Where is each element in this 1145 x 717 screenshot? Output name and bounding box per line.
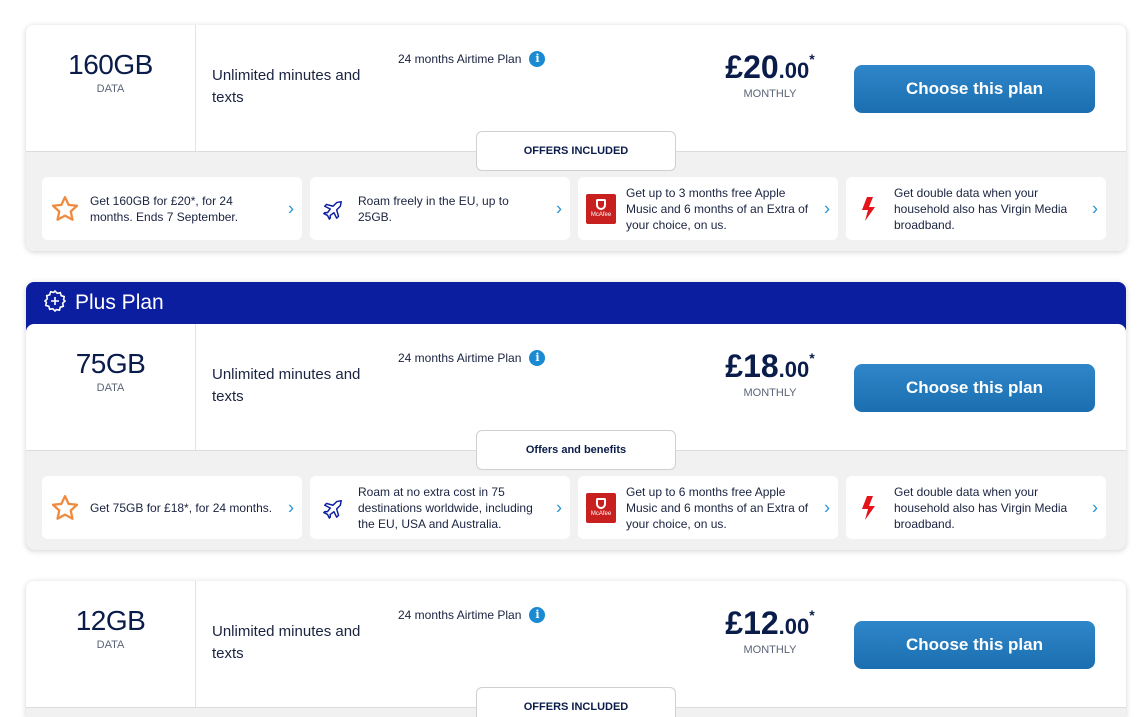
offer-card[interactable]: McAfee Get up to 3 months free Apple Mus…	[578, 177, 838, 240]
choose-plan-button[interactable]: Choose this plan	[854, 364, 1095, 412]
price-block: £20.00* MONTHLY	[722, 49, 818, 100]
price-pounds: £12	[725, 605, 779, 641]
price-block: £18.00* MONTHLY	[722, 348, 818, 399]
airtime-label: 24 months Airtime Plan	[398, 351, 522, 365]
offer-card[interactable]: Roam at no extra cost in 75 destinations…	[310, 476, 570, 539]
price-label: MONTHLY	[743, 387, 797, 399]
data-column: 160GB DATA	[26, 25, 196, 151]
data-amount: 160GB	[68, 49, 153, 80]
data-amount: 12GB	[75, 605, 146, 636]
price-pounds: £20	[725, 49, 779, 85]
choose-plan-button[interactable]: Choose this plan	[854, 621, 1095, 669]
offer-text: Roam freely in the EU, up to 25GB.	[358, 193, 509, 224]
offer-card[interactable]: Roam freely in the EU, up to 25GB. ›	[310, 177, 570, 240]
offer-text: Get 75GB for £18*, for 24 months.	[90, 500, 273, 515]
offers-tab[interactable]: Offers and benefits	[476, 430, 676, 470]
plane-icon	[318, 493, 348, 523]
data-label: DATA	[96, 382, 125, 394]
lightning-icon	[854, 493, 884, 523]
price-label: MONTHLY	[743, 644, 797, 656]
offer-text: Get 160GB for £20*, for 24 months. Ends …	[90, 193, 239, 224]
plan-card-75gb: Plus Plan 75GB DATA Unlimited minutes an…	[26, 282, 1126, 550]
offers-area: Offers and benefits Get 75GB for £18*, f…	[26, 430, 1126, 550]
offers-area: OFFERS INCLUDED Get 160GB for £20*, for …	[26, 131, 1126, 251]
data-amount: 75GB	[75, 348, 146, 379]
price-pence: .00	[778, 614, 810, 639]
airtime-plan: 24 months Airtime Plan i	[398, 607, 546, 623]
price-pence: .00	[778, 357, 810, 382]
info-icon[interactable]: i	[529, 350, 546, 366]
mcafee-logo: McAfee	[586, 193, 616, 224]
offers-area: OFFERS INCLUDED	[26, 687, 1126, 717]
minutes-text: Unlimited minutes and texts	[212, 67, 361, 106]
info-icon[interactable]: i	[529, 607, 546, 623]
mcafee-logo: McAfee	[586, 492, 616, 523]
offer-text: Get up to 6 months free Apple Music and …	[626, 484, 809, 531]
offer-card[interactable]: McAfee Get up to 6 months free Apple Mus…	[578, 476, 838, 539]
offer-card[interactable]: Get double data when your household also…	[846, 476, 1106, 539]
data-label: DATA	[96, 639, 125, 651]
plus-plan-icon	[43, 289, 67, 318]
price-asterisk: *	[809, 350, 815, 366]
chevron-right-icon: ›	[288, 198, 294, 218]
price-pounds: £18	[725, 348, 779, 384]
data-column: 75GB DATA	[26, 324, 196, 450]
airtime-label: 24 months Airtime Plan	[398, 608, 522, 622]
chevron-right-icon: ›	[288, 497, 294, 517]
price-asterisk: *	[809, 51, 815, 67]
offer-card[interactable]: Get 75GB for £18*, for 24 months. ›	[42, 476, 302, 539]
plan-card-160gb: 160GB DATA Unlimited minutes and texts 2…	[26, 25, 1126, 251]
star-icon	[50, 493, 80, 523]
star-icon	[50, 194, 80, 224]
offer-text: Get double data when your household also…	[894, 185, 1068, 232]
minutes-text: Unlimited minutes and texts	[212, 366, 361, 405]
plane-icon	[318, 194, 348, 224]
offer-card[interactable]: Get 160GB for £20*, for 24 months. Ends …	[42, 177, 302, 240]
plan-title: Plus Plan	[75, 291, 164, 314]
airtime-plan: 24 months Airtime Plan i	[398, 350, 546, 366]
chevron-right-icon: ›	[1092, 497, 1098, 517]
data-label: DATA	[96, 83, 125, 95]
offer-text: Get double data when your household also…	[894, 484, 1068, 531]
minutes-text: Unlimited minutes and texts	[212, 623, 361, 662]
chevron-right-icon: ›	[556, 497, 562, 517]
chevron-right-icon: ›	[556, 198, 562, 218]
chevron-right-icon: ›	[824, 198, 830, 218]
data-column: 12GB DATA	[26, 581, 196, 707]
chevron-right-icon: ›	[1092, 198, 1098, 218]
offer-card[interactable]: Get double data when your household also…	[846, 177, 1106, 240]
price-pence: .00	[778, 58, 810, 83]
price-asterisk: *	[809, 607, 815, 623]
offer-text: Get up to 3 months free Apple Music and …	[626, 185, 809, 232]
info-icon[interactable]: i	[529, 51, 546, 67]
price: £12.00*	[722, 605, 818, 642]
airtime-plan: 24 months Airtime Plan i	[398, 51, 546, 67]
plan-card-12gb: 12GB DATA Unlimited minutes and texts 24…	[26, 581, 1126, 717]
lightning-icon	[854, 194, 884, 224]
price-label: MONTHLY	[743, 88, 797, 100]
price-block: £12.00* MONTHLY	[722, 605, 818, 656]
offer-text: Roam at no extra cost in 75 destinations…	[358, 484, 533, 531]
airtime-label: 24 months Airtime Plan	[398, 52, 522, 66]
price: £18.00*	[722, 348, 818, 385]
choose-plan-button[interactable]: Choose this plan	[854, 65, 1095, 113]
plus-plan-header: Plus Plan	[26, 282, 1126, 324]
price: £20.00*	[722, 49, 818, 86]
offers-tab[interactable]: OFFERS INCLUDED	[476, 131, 676, 171]
chevron-right-icon: ›	[824, 497, 830, 517]
offers-tab[interactable]: OFFERS INCLUDED	[476, 687, 676, 717]
